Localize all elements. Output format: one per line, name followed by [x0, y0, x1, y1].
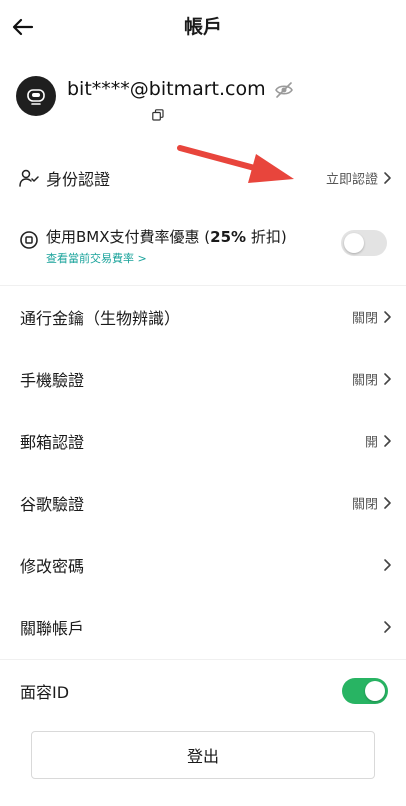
change-password-row[interactable]: 修改密碼	[0, 534, 406, 596]
linked-accounts-label: 關聯帳戶	[20, 619, 85, 638]
chevron-right-icon	[384, 172, 391, 184]
logout-button[interactable]: 登出	[31, 731, 375, 779]
view-fee-rate-link[interactable]: 查看當前交易費率 >	[46, 250, 147, 266]
avatar[interactable]	[16, 76, 56, 116]
face-id-label: 面容ID	[20, 683, 70, 702]
passkey-label: 通行金鑰（生物辨識）	[20, 309, 181, 328]
user-check-icon	[19, 169, 39, 187]
robot-avatar-icon	[27, 89, 45, 105]
google-authenticator-label: 谷歌驗證	[20, 495, 85, 514]
kyc-row[interactable]: 身份認證 立即認證	[0, 147, 406, 209]
chevron-right-icon	[384, 373, 391, 385]
chevron-right-icon	[384, 559, 391, 571]
passkey-status: 關閉	[351, 311, 378, 327]
google-authenticator-row[interactable]: 谷歌驗證 關閉	[0, 472, 406, 534]
kyc-label: 身份認證	[46, 170, 111, 189]
email-verification-status: 開	[364, 435, 378, 451]
copy-icon[interactable]	[152, 106, 164, 121]
coin-icon	[19, 230, 39, 250]
page-title: 帳戶	[183, 16, 222, 38]
phone-verification-label: 手機驗證	[20, 371, 85, 390]
profile-section: bit****@bitmart.com	[0, 70, 406, 130]
logout-label: 登出	[186, 747, 219, 766]
change-password-label: 修改密碼	[20, 557, 85, 576]
chevron-right-icon	[384, 435, 391, 447]
chevron-right-icon	[384, 311, 391, 323]
linked-accounts-row[interactable]: 關聯帳戶	[0, 596, 406, 658]
passkey-row[interactable]: 通行金鑰（生物辨識） 關閉	[0, 286, 406, 348]
face-id-toggle[interactable]	[342, 678, 388, 704]
chevron-right-icon	[384, 497, 391, 509]
eye-off-icon[interactable]	[274, 80, 294, 100]
bmx-discount-label: 使用BMX支付費率優惠 (25% 折扣)	[46, 228, 287, 246]
bmx-fee-discount-row: 使用BMX支付費率優惠 (25% 折扣) 查看當前交易費率 >	[0, 218, 406, 278]
kyc-status: 立即認證	[325, 172, 378, 188]
email-verification-label: 郵箱認證	[20, 433, 85, 452]
phone-verification-row[interactable]: 手機驗證 關閉	[0, 348, 406, 410]
face-id-row: 面容ID	[0, 660, 406, 722]
phone-verification-status: 關閉	[351, 373, 378, 389]
top-bar: 帳戶	[0, 0, 406, 56]
bmx-discount-toggle[interactable]	[341, 230, 387, 256]
google-authenticator-status: 關閉	[351, 497, 378, 513]
email-verification-row[interactable]: 郵箱認證 開	[0, 410, 406, 472]
account-email: bit****@bitmart.com	[67, 78, 266, 100]
chevron-right-icon	[384, 621, 391, 633]
